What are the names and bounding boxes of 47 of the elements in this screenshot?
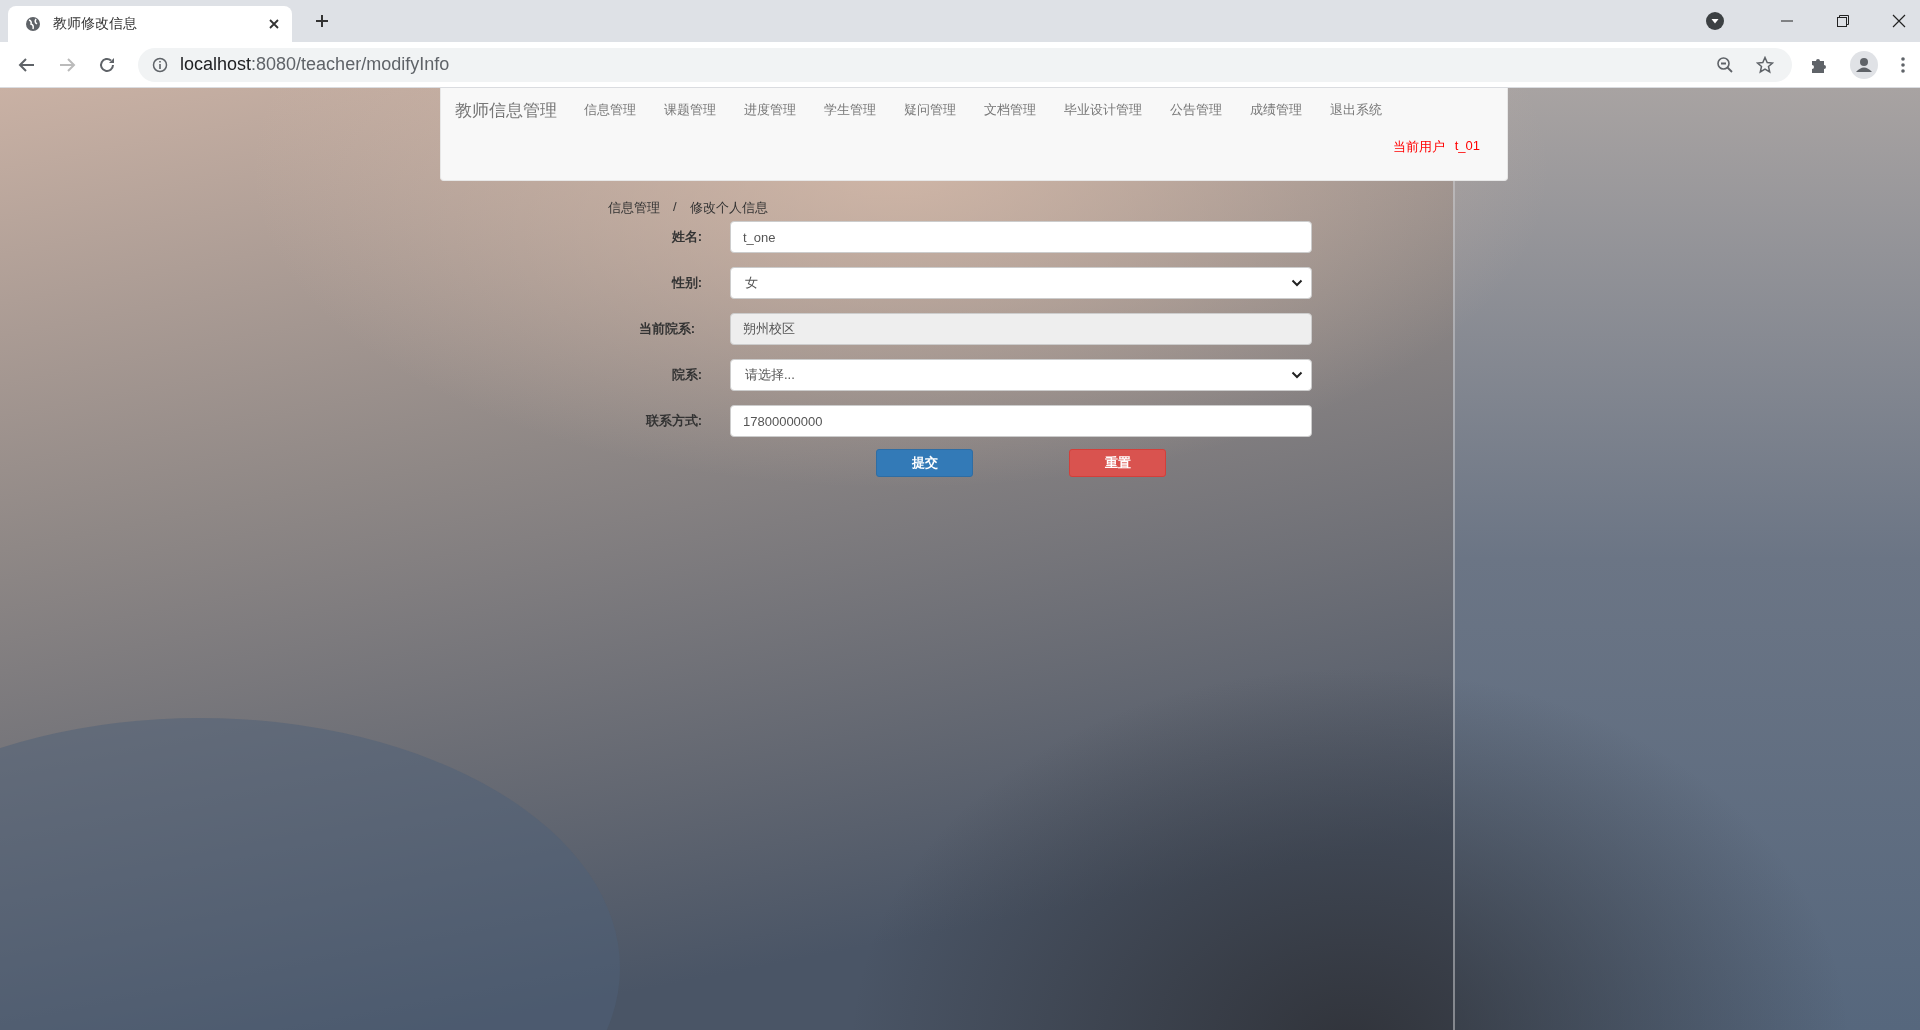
readonly-field: 朔州校区 <box>730 313 1312 345</box>
nav-link[interactable]: 成绩管理 <box>1236 101 1316 119</box>
breadcrumb-item[interactable]: 信息管理 <box>608 199 660 221</box>
star-icon[interactable] <box>1756 55 1774 74</box>
select-field[interactable]: 请选择... <box>730 359 1312 391</box>
chevron-down-icon <box>1291 279 1303 287</box>
field-label: 性别: <box>670 274 702 292</box>
close-icon[interactable] <box>268 18 280 30</box>
current-user-name: t_01 <box>1454 138 1480 155</box>
close-icon[interactable] <box>1892 14 1906 28</box>
zoom-out-icon[interactable] <box>1716 55 1734 74</box>
new-tab-icon[interactable] <box>314 13 330 29</box>
info-icon <box>152 56 168 73</box>
input-field[interactable]: t_one <box>730 221 1312 253</box>
menu-icon[interactable] <box>1900 55 1906 74</box>
nav-link[interactable]: 疑问管理 <box>890 101 970 119</box>
browser-tab[interactable]: 教师修改信息 <box>8 6 292 42</box>
tab-title: 教师修改信息 <box>53 15 138 33</box>
field-label: 当前院系: <box>637 320 695 338</box>
current-user-label: 当前用户 <box>1392 138 1445 156</box>
breadcrumb-separator: / <box>673 199 677 216</box>
nav-link[interactable]: 学生管理 <box>810 101 890 119</box>
reload-icon[interactable] <box>98 55 116 74</box>
select-field[interactable]: 女 <box>730 267 1312 299</box>
url-text: localhost:8080/teacher/modifyInfo <box>180 54 450 75</box>
nav-link[interactable]: 公告管理 <box>1156 101 1236 119</box>
avatar-icon[interactable] <box>1850 50 1878 79</box>
tab-search-icon[interactable] <box>1706 12 1724 30</box>
nav-link[interactable]: 毕业设计管理 <box>1050 101 1156 119</box>
globe-icon <box>25 16 41 32</box>
nav-link[interactable]: 课题管理 <box>650 101 730 119</box>
field-label: 联系方式: <box>644 412 702 430</box>
chevron-down-icon <box>1291 371 1303 379</box>
back-icon[interactable] <box>18 55 36 74</box>
nav-link[interactable]: 进度管理 <box>730 101 810 119</box>
restore-icon[interactable] <box>1836 14 1850 28</box>
input-field[interactable]: 17800000000 <box>730 405 1312 437</box>
reset-button[interactable]: 重置 <box>1069 449 1166 477</box>
nav-link[interactable]: 信息管理 <box>570 101 650 119</box>
field-label: 姓名: <box>670 228 702 246</box>
brand-title[interactable]: 教师信息管理 <box>455 98 557 122</box>
nav-link[interactable]: 退出系统 <box>1316 101 1396 119</box>
address-bar[interactable]: localhost:8080/teacher/modifyInfo <box>138 47 1792 82</box>
field-label: 院系: <box>670 366 702 384</box>
nav-link[interactable]: 文档管理 <box>970 101 1050 119</box>
breadcrumb-item: 修改个人信息 <box>689 199 768 217</box>
submit-button[interactable]: 提交 <box>876 449 973 477</box>
